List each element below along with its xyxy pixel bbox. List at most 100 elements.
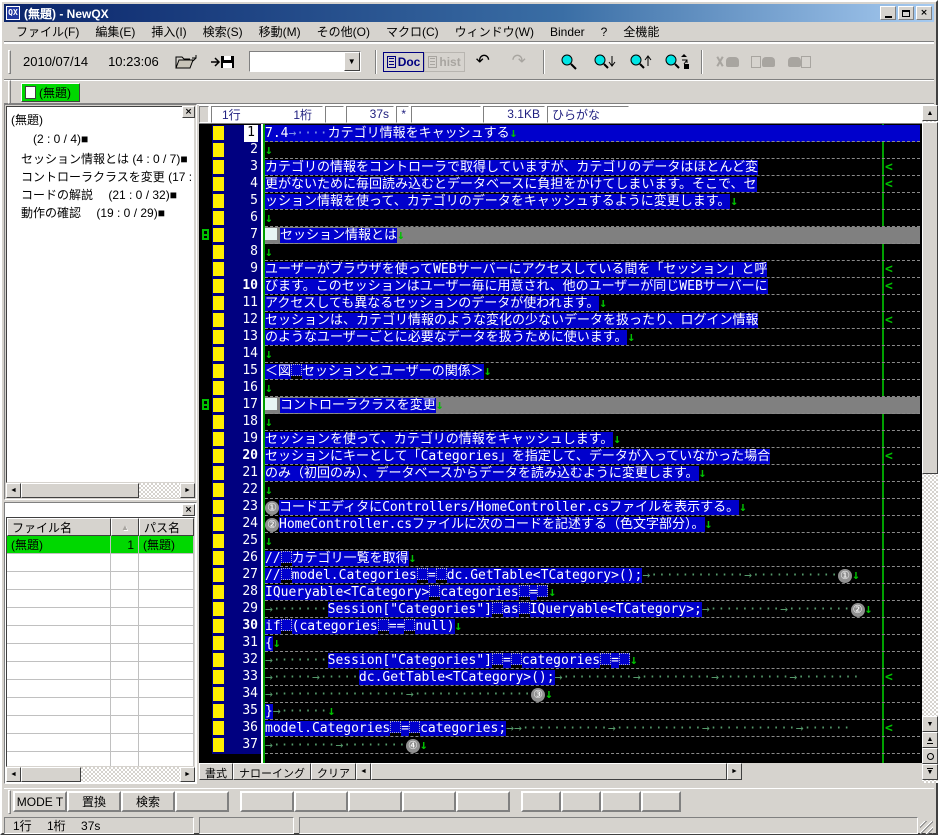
editor-line[interactable]: 1 7.4→····カテゴリ情報をキャッシュする↓ [199, 125, 922, 142]
editor-line[interactable]: 3 カテゴリの情報をコントローラで取得していますが、カテゴリのデータはほとんど変 < [199, 159, 922, 176]
outline-close-icon[interactable]: × [182, 106, 195, 118]
editor-line[interactable]: 6 ↓ [199, 210, 922, 227]
scroll-right-icon[interactable]: ► [180, 483, 195, 498]
editor-line[interactable]: 9 ユーザーがブラウザを使ってWEBサーバーにアクセスしている間を「セッション」と… [199, 261, 922, 278]
function-key-button-empty[interactable] [294, 791, 348, 812]
toolbar-grip[interactable] [8, 49, 11, 74]
search-button[interactable] [554, 48, 584, 76]
file-list-hscrollbar[interactable]: ◄ ► [6, 767, 195, 782]
editor-line[interactable]: 27 // model.Categories = dc.GetTable<TCatego… [199, 567, 922, 584]
scrollbar-thumb[interactable] [922, 122, 938, 474]
outline-item[interactable]: コードの解説 (21 : 0 / 32)■ [7, 184, 194, 202]
menu-item[interactable]: ウィンドウ(W) [447, 21, 542, 42]
editor-line[interactable]: 19 セッションを使って、カテゴリの情報をキャッシュします。↓ [199, 431, 922, 448]
outline-item[interactable]: セッション情報とは (4 : 0 / 7)■ [7, 148, 194, 166]
combobox-value[interactable] [250, 52, 344, 71]
menu-item[interactable]: ? [593, 23, 616, 41]
function-key-button-empty[interactable] [561, 791, 601, 812]
editor-line[interactable]: 22 ↓ [199, 482, 922, 499]
search-up-button[interactable] [626, 48, 656, 76]
editor-line[interactable]: 23 ① コードエディタにControllers/HomeController.cs… [199, 499, 922, 516]
editor-line[interactable]: 24 ② HomeController.csファイルに次のコードを記述する（色文字部… [199, 516, 922, 533]
function-key-button-empty[interactable] [175, 791, 229, 812]
editor-line[interactable]: 37 →········→········ ④ ↓ [199, 737, 922, 754]
editor-line[interactable]: 16 ↓ [199, 380, 922, 397]
editor-line[interactable]: 18 ↓ [199, 414, 922, 431]
function-key-button-mode-t[interactable]: MODE T [13, 791, 67, 812]
editor-line[interactable]: 33 →·····→·····dc.GetTable<TCategory>();→… [199, 669, 922, 686]
minimize-button[interactable] [880, 6, 896, 20]
menu-item[interactable]: その他(O) [309, 21, 378, 42]
bottombar-grip[interactable] [8, 789, 11, 814]
open-file-button[interactable] [172, 48, 202, 76]
file-list-close-icon[interactable]: × [182, 504, 195, 516]
column-header-path[interactable]: パス名 [139, 518, 194, 536]
outline-header[interactable]: (無題) [7, 109, 194, 130]
quick-open-combobox[interactable]: ▼ [248, 51, 361, 72]
editor-line[interactable]: 5 ッション情報を使って、カテゴリのデータをキャッシュするように変更します。↓ [199, 193, 922, 210]
paste-button[interactable] [784, 48, 814, 76]
function-key-button-empty[interactable] [641, 791, 681, 812]
file-row[interactable]: (無題) 1 (無題) [7, 536, 194, 554]
editor-text-area[interactable]: 1 7.4→····カテゴリ情報をキャッシュする↓ 2 ↓ 3 カテゴリの情報をコントロー… [199, 124, 922, 763]
outline-hscrollbar[interactable]: ◄ ► [6, 483, 195, 498]
redo-button[interactable]: ↷ [504, 48, 534, 76]
editor-line[interactable]: 2 ↓ [199, 142, 922, 159]
close-button[interactable]: × [916, 6, 932, 20]
function-key-button-empty[interactable] [348, 791, 402, 812]
editor-line[interactable]: 14 ↓ [199, 346, 922, 363]
scrollbar-thumb[interactable] [21, 483, 139, 498]
save-file-button[interactable] [208, 48, 238, 76]
editor-line[interactable]: 11 アクセスしても異なるセッションのデータが使われます。↓ [199, 295, 922, 312]
function-key-button-empty[interactable] [601, 791, 641, 812]
scrollbar-thumb[interactable] [21, 767, 81, 782]
editor-line[interactable]: 31 {↓ [199, 635, 922, 652]
editor-line[interactable]: 12 セッションは、カテゴリ情報のような変化の少ないデータを扱ったり、ログイン情報… [199, 312, 922, 329]
editor-line[interactable]: 20 セッションにキーとして「Categories」を指定して、データが入っていな… [199, 448, 922, 465]
column-header-sort[interactable]: ▲ [111, 518, 139, 536]
editor-line[interactable]: 15 ＜図 セッションとユーザーの関係＞↓ [199, 363, 922, 380]
editor-line[interactable]: 35}→······↓ [199, 703, 922, 720]
editor-line[interactable]: 21 のみ（初回のみ）、データベースからデータを読み込むように変更します。↓ [199, 465, 922, 482]
scroll-right-icon[interactable]: ► [180, 767, 195, 782]
menu-item[interactable]: Binder [542, 23, 593, 41]
editor-tab[interactable]: 書式 [199, 763, 233, 780]
scroll-down-icon[interactable]: ▼ [922, 716, 938, 732]
undo-button[interactable]: ↶ [468, 48, 498, 76]
editor-line[interactable]: 36 model.Categories = categories;→→········… [199, 720, 922, 737]
menu-item[interactable]: 全機能 [615, 21, 667, 42]
editor-line[interactable]: 7 セッション情報とは↓ [199, 227, 922, 244]
editor-line[interactable]: 25 ↓ [199, 533, 922, 550]
scroll-right-icon[interactable]: ► [727, 763, 742, 780]
menu-item[interactable]: 移動(M) [251, 21, 309, 42]
editor-line[interactable]: 26 // カテゴリ一覧を取得↓ [199, 550, 922, 567]
scroll-left-icon[interactable]: ◄ [6, 767, 21, 782]
editor-tab[interactable]: クリア [311, 763, 356, 780]
function-key-button-empty[interactable] [456, 791, 510, 812]
function-key-button-検索[interactable]: 検索 [121, 791, 175, 812]
next-mark-button[interactable]: ▼ [922, 764, 938, 780]
menu-item[interactable]: 挿入(I) [143, 21, 194, 42]
resize-grip[interactable] [920, 821, 933, 834]
editor-line[interactable]: 17 コントローラクラスを変更↓ [199, 397, 922, 414]
menu-item[interactable]: ファイル(F) [8, 21, 87, 42]
prev-mark-button[interactable]: ▲ [922, 732, 938, 748]
editor-tab[interactable]: ナローイング [233, 763, 311, 780]
editor-line[interactable]: 8 ↓ [199, 244, 922, 261]
scroll-left-icon[interactable]: ◄ [356, 763, 371, 780]
editor-vscrollbar[interactable]: ▲ ▼ ▲ ▼ [922, 105, 938, 783]
editor-line[interactable]: 29 →·······Session["Categories"] as IQuerya… [199, 601, 922, 618]
editor-line[interactable]: 32 →·······Session["Categories"] = categori… [199, 652, 922, 669]
editor-line[interactable]: 28 IQueryable<TCategory> categories = ↓ [199, 584, 922, 601]
search-options-button[interactable] [662, 48, 692, 76]
function-key-button-empty[interactable] [521, 791, 561, 812]
combobox-dropdown-icon[interactable]: ▼ [343, 52, 360, 71]
tabbar-grip[interactable] [8, 80, 11, 104]
search-down-button[interactable] [590, 48, 620, 76]
scroll-up-icon[interactable]: ▲ [922, 105, 938, 121]
outline-item[interactable]: (2 : 0 / 4)■ [7, 130, 194, 148]
copy-button[interactable] [748, 48, 778, 76]
doc-list-button[interactable]: Doc [382, 51, 425, 72]
scrollbar-thumb[interactable] [371, 763, 727, 780]
document-tab-active[interactable]: (無題) [21, 82, 80, 102]
